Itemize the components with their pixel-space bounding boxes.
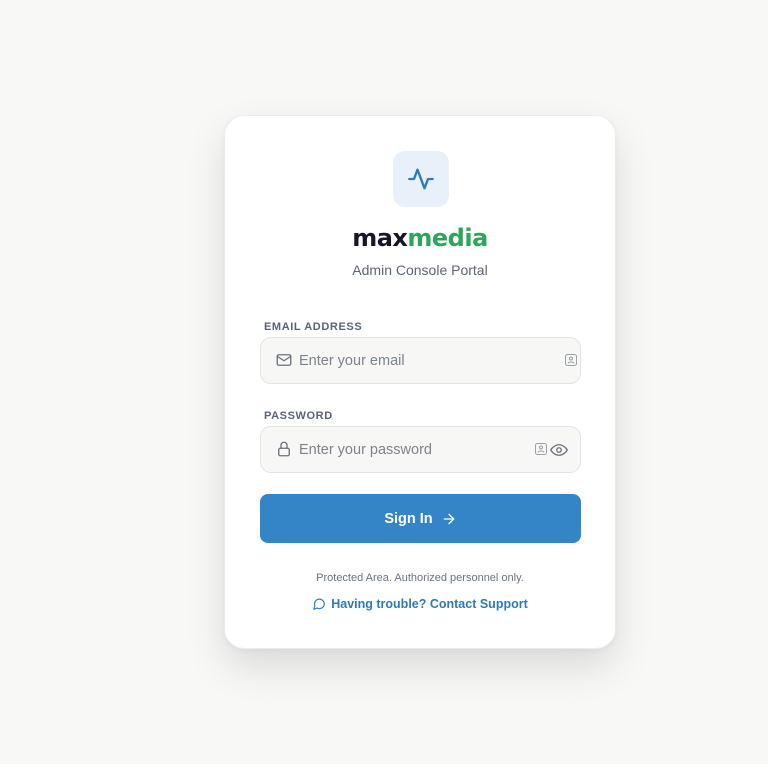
chat-bubble-icon [313,598,326,610]
logo-badge [393,151,449,207]
brand-wordmark-max: max [352,224,408,252]
autofill-icon[interactable] [565,353,577,371]
sign-in-label: Sign In [384,510,433,527]
portal-subtitle: Admin Console Portal [352,262,488,278]
contact-support-link[interactable]: Having trouble? Contact Support [225,597,615,611]
email-field-container [260,337,581,384]
password-field-container [260,426,581,473]
brand-wordmark-media: media [407,224,488,252]
lock-icon [275,440,293,463]
autofill-icon[interactable] [535,442,547,460]
password-label: PASSWORD [264,410,333,422]
email-label: EMAIL ADDRESS [264,321,363,333]
contact-support-label: Having trouble? Contact Support [331,597,528,611]
mail-icon [275,351,293,374]
brand-wordmark: maxmedia [225,224,615,252]
sign-in-button[interactable]: Sign In [260,494,581,543]
show-password-eye-icon[interactable] [550,441,568,464]
activity-pulse-icon [408,168,434,190]
password-input[interactable] [299,427,529,472]
arrow-right-icon [443,513,455,524]
email-input[interactable] [299,338,529,383]
login-card: maxmedia Admin Console Portal EMAIL ADDR… [224,115,616,649]
protected-area-notice: Protected Area. Authorized personnel onl… [316,572,524,584]
